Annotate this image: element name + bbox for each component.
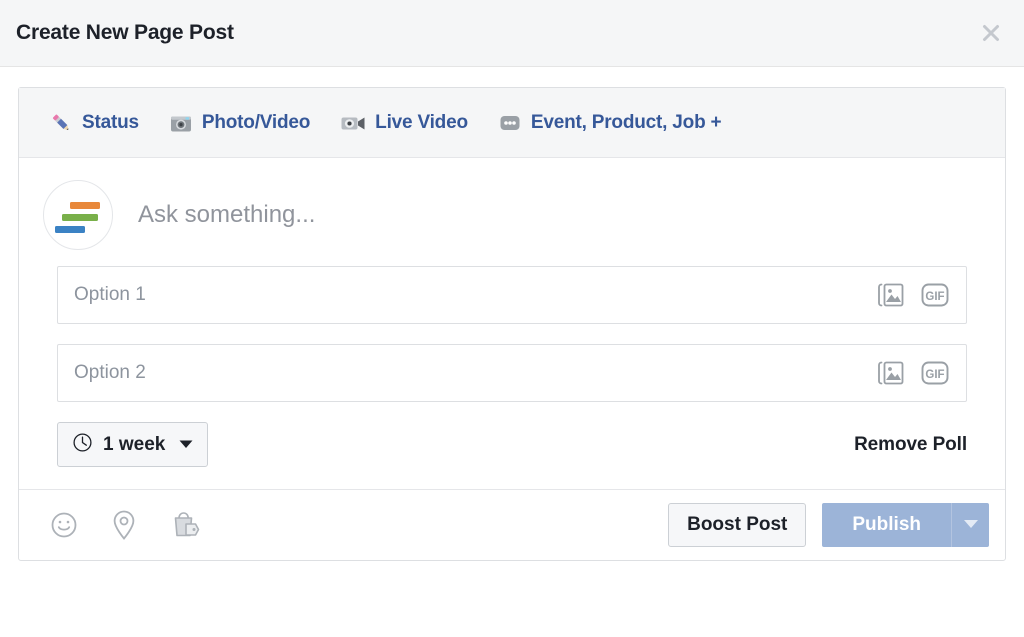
clock-icon (72, 432, 93, 458)
question-row: Ask something... (19, 158, 1005, 260)
poll-option-2[interactable]: Option 2 GIF (57, 344, 967, 402)
tab-event-product-job[interactable]: Event, Product, Job + (498, 111, 722, 135)
composer-card: Status Photo/Video Live Video Event, Pro… (18, 87, 1006, 561)
poll-duration-value: 1 week (103, 433, 166, 455)
close-button[interactable] (974, 16, 1008, 50)
composer-footer: Boost Post Publish (19, 489, 1005, 560)
publish-button-group: Publish (822, 503, 989, 547)
poll-duration-row: 1 week Remove Poll (19, 422, 1005, 489)
tab-live-video-label: Live Video (375, 111, 468, 133)
tab-status[interactable]: Status (49, 111, 139, 135)
poll-option-1[interactable]: Option 1 GIF (57, 266, 967, 324)
svg-text:GIF: GIF (925, 291, 944, 303)
avatar-bar-blue (55, 226, 85, 233)
poll-options-area: Option 1 GIF Option 2 GIF (19, 260, 1005, 402)
composer-tabbar: Status Photo/Video Live Video Event, Pro… (19, 88, 1005, 158)
poll-option-1-icons: GIF (876, 281, 950, 309)
boost-post-button[interactable]: Boost Post (668, 503, 807, 547)
avatar-bar-orange (70, 202, 100, 209)
pencil-icon (49, 111, 73, 135)
publish-dropdown-button[interactable] (951, 503, 989, 547)
poll-option-2-input[interactable]: Option 2 (74, 362, 146, 384)
camera-icon (169, 111, 193, 135)
footer-icon-group (49, 509, 201, 541)
ellipsis-icon (498, 111, 522, 135)
poll-option-2-icons: GIF (876, 359, 950, 387)
tab-photo-video-label: Photo/Video (201, 111, 311, 133)
gif-icon[interactable]: GIF (920, 359, 950, 387)
chevron-down-icon (179, 436, 193, 454)
chevron-down-icon (963, 516, 979, 534)
remove-poll-button[interactable]: Remove Poll (854, 434, 967, 456)
poll-option-1-input[interactable]: Option 1 (74, 284, 146, 306)
location-pin-icon[interactable] (111, 509, 137, 541)
question-input[interactable]: Ask something... (138, 201, 315, 229)
close-icon (981, 23, 1001, 43)
tab-photo-video[interactable]: Photo/Video (169, 111, 310, 135)
emoji-icon[interactable] (49, 510, 79, 540)
publish-button[interactable]: Publish (822, 503, 951, 547)
avatar-bar-green (62, 214, 98, 221)
dialog-header: Create New Page Post (0, 0, 1024, 67)
footer-actions: Boost Post Publish (668, 503, 989, 547)
poll-duration-button[interactable]: 1 week (57, 422, 209, 467)
poll-bars-avatar (43, 180, 113, 250)
tab-status-label: Status (82, 111, 139, 133)
page-title: Create New Page Post (16, 21, 234, 44)
product-tag-icon[interactable] (169, 510, 201, 540)
tab-live-video[interactable]: Live Video (340, 111, 468, 135)
video-camera-icon (340, 111, 366, 135)
svg-text:GIF: GIF (925, 369, 944, 381)
tab-event-product-job-label: Event, Product, Job + (530, 111, 722, 133)
photo-icon[interactable] (876, 359, 906, 387)
photo-icon[interactable] (876, 281, 906, 309)
gif-icon[interactable]: GIF (920, 281, 950, 309)
